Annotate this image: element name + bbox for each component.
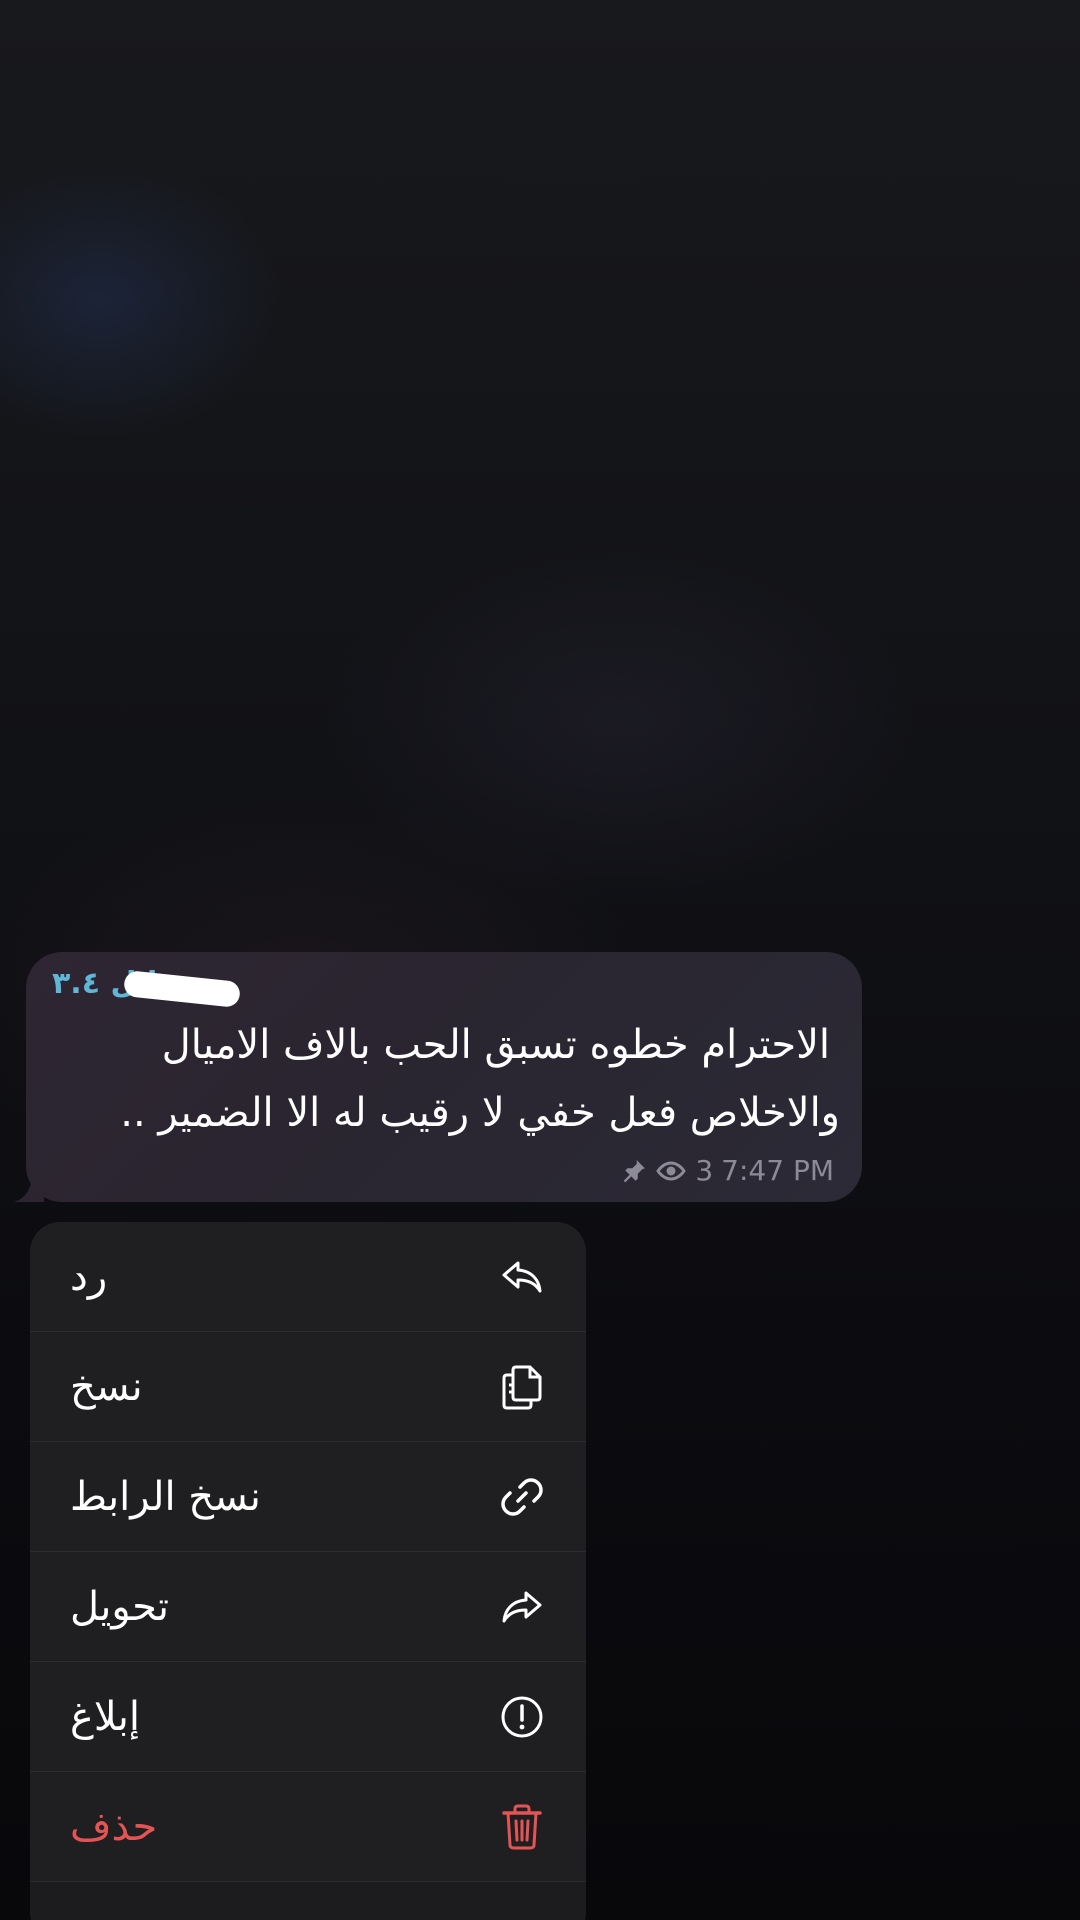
chat-screen: مَنا ل ٣.٤ الاحترام خطوه تسبق الحب بالاف… <box>0 0 1080 1920</box>
report-icon <box>498 1693 546 1741</box>
menu-item-label: نسخ الرابط <box>70 1473 261 1520</box>
message-text-line-1: الاحترام خطوه تسبق الحب بالاف الاميال <box>161 1022 830 1068</box>
trash-icon <box>498 1803 546 1851</box>
menu-bottom-area <box>30 1882 586 1920</box>
menu-item-label: إبلاغ <box>70 1693 140 1740</box>
link-icon <box>498 1473 546 1521</box>
forward-icon <box>498 1583 546 1631</box>
menu-item-label: رد <box>70 1253 108 1300</box>
message-meta: 3 7:47 PM <box>621 1154 834 1187</box>
menu-item-label: حذف <box>70 1803 158 1850</box>
menu-item-delete[interactable]: حذف <box>30 1772 586 1882</box>
menu-item-report[interactable]: إبلاغ <box>30 1662 586 1772</box>
menu-item-copy[interactable]: نسخ <box>30 1332 586 1442</box>
message-text-line-2: والاخلاص فعل خفي لا رقيب له الا الضمير .… <box>120 1090 840 1136</box>
menu-item-label: نسخ <box>70 1363 143 1410</box>
menu-item-copy-link[interactable]: نسخ الرابط <box>30 1442 586 1552</box>
context-menu: رد نسخ نسخ الرابط تحويل إبلاغ حذف <box>30 1222 586 1920</box>
view-count: 3 <box>695 1154 714 1187</box>
reply-icon <box>498 1253 546 1301</box>
message-time: 7:47 PM <box>721 1154 834 1187</box>
pin-icon <box>621 1158 647 1184</box>
menu-item-reply[interactable]: رد <box>30 1222 586 1332</box>
menu-item-label: تحويل <box>70 1583 170 1630</box>
copy-icon <box>498 1363 546 1411</box>
eye-icon <box>655 1158 687 1184</box>
menu-item-forward[interactable]: تحويل <box>30 1552 586 1662</box>
